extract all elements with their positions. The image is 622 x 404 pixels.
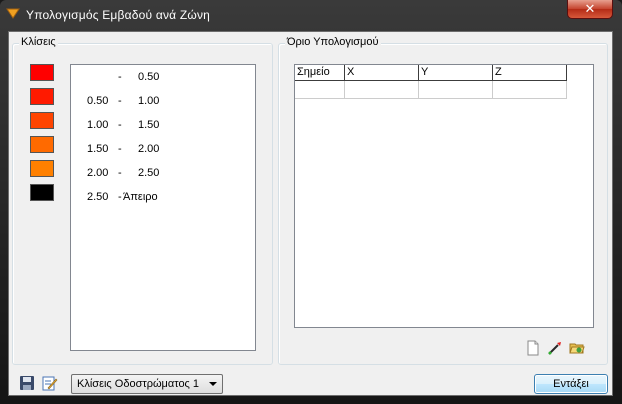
class-to: 2.50 <box>138 167 160 179</box>
window-title: Υπολογισμός Εμβαδού ανά Ζώνη <box>26 8 211 22</box>
class-row[interactable]: 1.50 - 2.00 <box>71 143 251 157</box>
class-to: Άπειρο <box>123 191 158 203</box>
boundary-group-label: Όριο Υπολογισμού <box>285 36 381 48</box>
class-color-swatch-5[interactable] <box>30 160 54 177</box>
ok-button[interactable]: Εντάξει <box>534 374 608 394</box>
classes-group-label: Κλίσεις <box>19 36 58 48</box>
column-header-x[interactable]: X <box>345 65 419 81</box>
close-button[interactable]: ✕ <box>567 0 613 19</box>
class-color-swatch-6[interactable] <box>30 184 54 201</box>
grid-cell[interactable] <box>419 81 493 99</box>
open-folder-icon[interactable] <box>569 340 585 356</box>
class-color-swatch-4[interactable] <box>30 136 54 153</box>
pick-point-icon[interactable] <box>547 340 563 356</box>
class-color-swatch-1[interactable] <box>30 64 54 81</box>
class-separator: - <box>118 95 122 107</box>
class-from: 1.00 <box>87 119 109 131</box>
class-to: 1.00 <box>138 95 160 107</box>
class-from: 2.50 <box>87 191 109 203</box>
class-separator: - <box>118 119 122 131</box>
column-header-point[interactable]: Σημείο <box>295 65 345 81</box>
class-row[interactable]: 2.50 - Άπειρο <box>71 191 251 205</box>
class-to: 1.50 <box>138 119 160 131</box>
class-row[interactable]: 1.00 - 1.50 <box>71 119 251 133</box>
class-separator: - <box>118 191 122 203</box>
class-row[interactable]: 2.00 - 2.50 <box>71 167 251 181</box>
class-color-swatch-3[interactable] <box>30 112 54 129</box>
class-from: 1.50 <box>87 143 109 155</box>
column-header-y[interactable]: Y <box>419 65 493 81</box>
app-icon <box>6 8 20 19</box>
boundary-points-grid[interactable]: Σημείο X Y Z <box>294 64 594 328</box>
grid-cell[interactable] <box>295 81 345 99</box>
dialog-client-area: Κλίσεις - 0.50 0.50 - 1.00 1.00 - 1.50 1… <box>8 31 613 396</box>
classes-group: Κλίσεις - 0.50 0.50 - 1.00 1.00 - 1.50 1… <box>12 36 273 365</box>
class-row[interactable]: 0.50 - 1.00 <box>71 95 251 109</box>
new-document-icon[interactable] <box>525 340 541 356</box>
edit-icon[interactable] <box>42 375 58 391</box>
classes-preset-dropdown[interactable]: Κλίσεις Οδοστρώματος 1 <box>71 374 223 394</box>
class-to: 0.50 <box>138 71 160 83</box>
grid-cell[interactable] <box>493 81 567 99</box>
dialog-window: Υπολογισμός Εμβαδού ανά Ζώνη ✕ Κλίσεις -… <box>0 0 622 404</box>
dropdown-selected-value: Κλίσεις Οδοστρώματος 1 <box>77 378 200 390</box>
class-separator: - <box>118 167 122 179</box>
boundary-group: Όριο Υπολογισμού Σημείο X Y Z <box>278 36 608 365</box>
chevron-down-icon <box>209 382 217 386</box>
close-icon: ✕ <box>584 1 596 17</box>
grid-cell[interactable] <box>345 81 419 99</box>
classes-listbox[interactable]: - 0.50 0.50 - 1.00 1.00 - 1.50 1.50 - 2.… <box>70 64 256 351</box>
save-icon[interactable] <box>19 375 35 391</box>
class-color-swatch-2[interactable] <box>30 88 54 105</box>
class-to: 2.00 <box>138 143 160 155</box>
class-from: 0.50 <box>87 95 109 107</box>
class-row[interactable]: - 0.50 <box>71 71 251 85</box>
class-separator: - <box>118 143 122 155</box>
column-header-z[interactable]: Z <box>493 65 567 81</box>
class-separator: - <box>118 71 122 83</box>
class-from: 2.00 <box>87 167 109 179</box>
title-bar: Υπολογισμός Εμβαδού ανά Ζώνη ✕ <box>0 0 622 30</box>
